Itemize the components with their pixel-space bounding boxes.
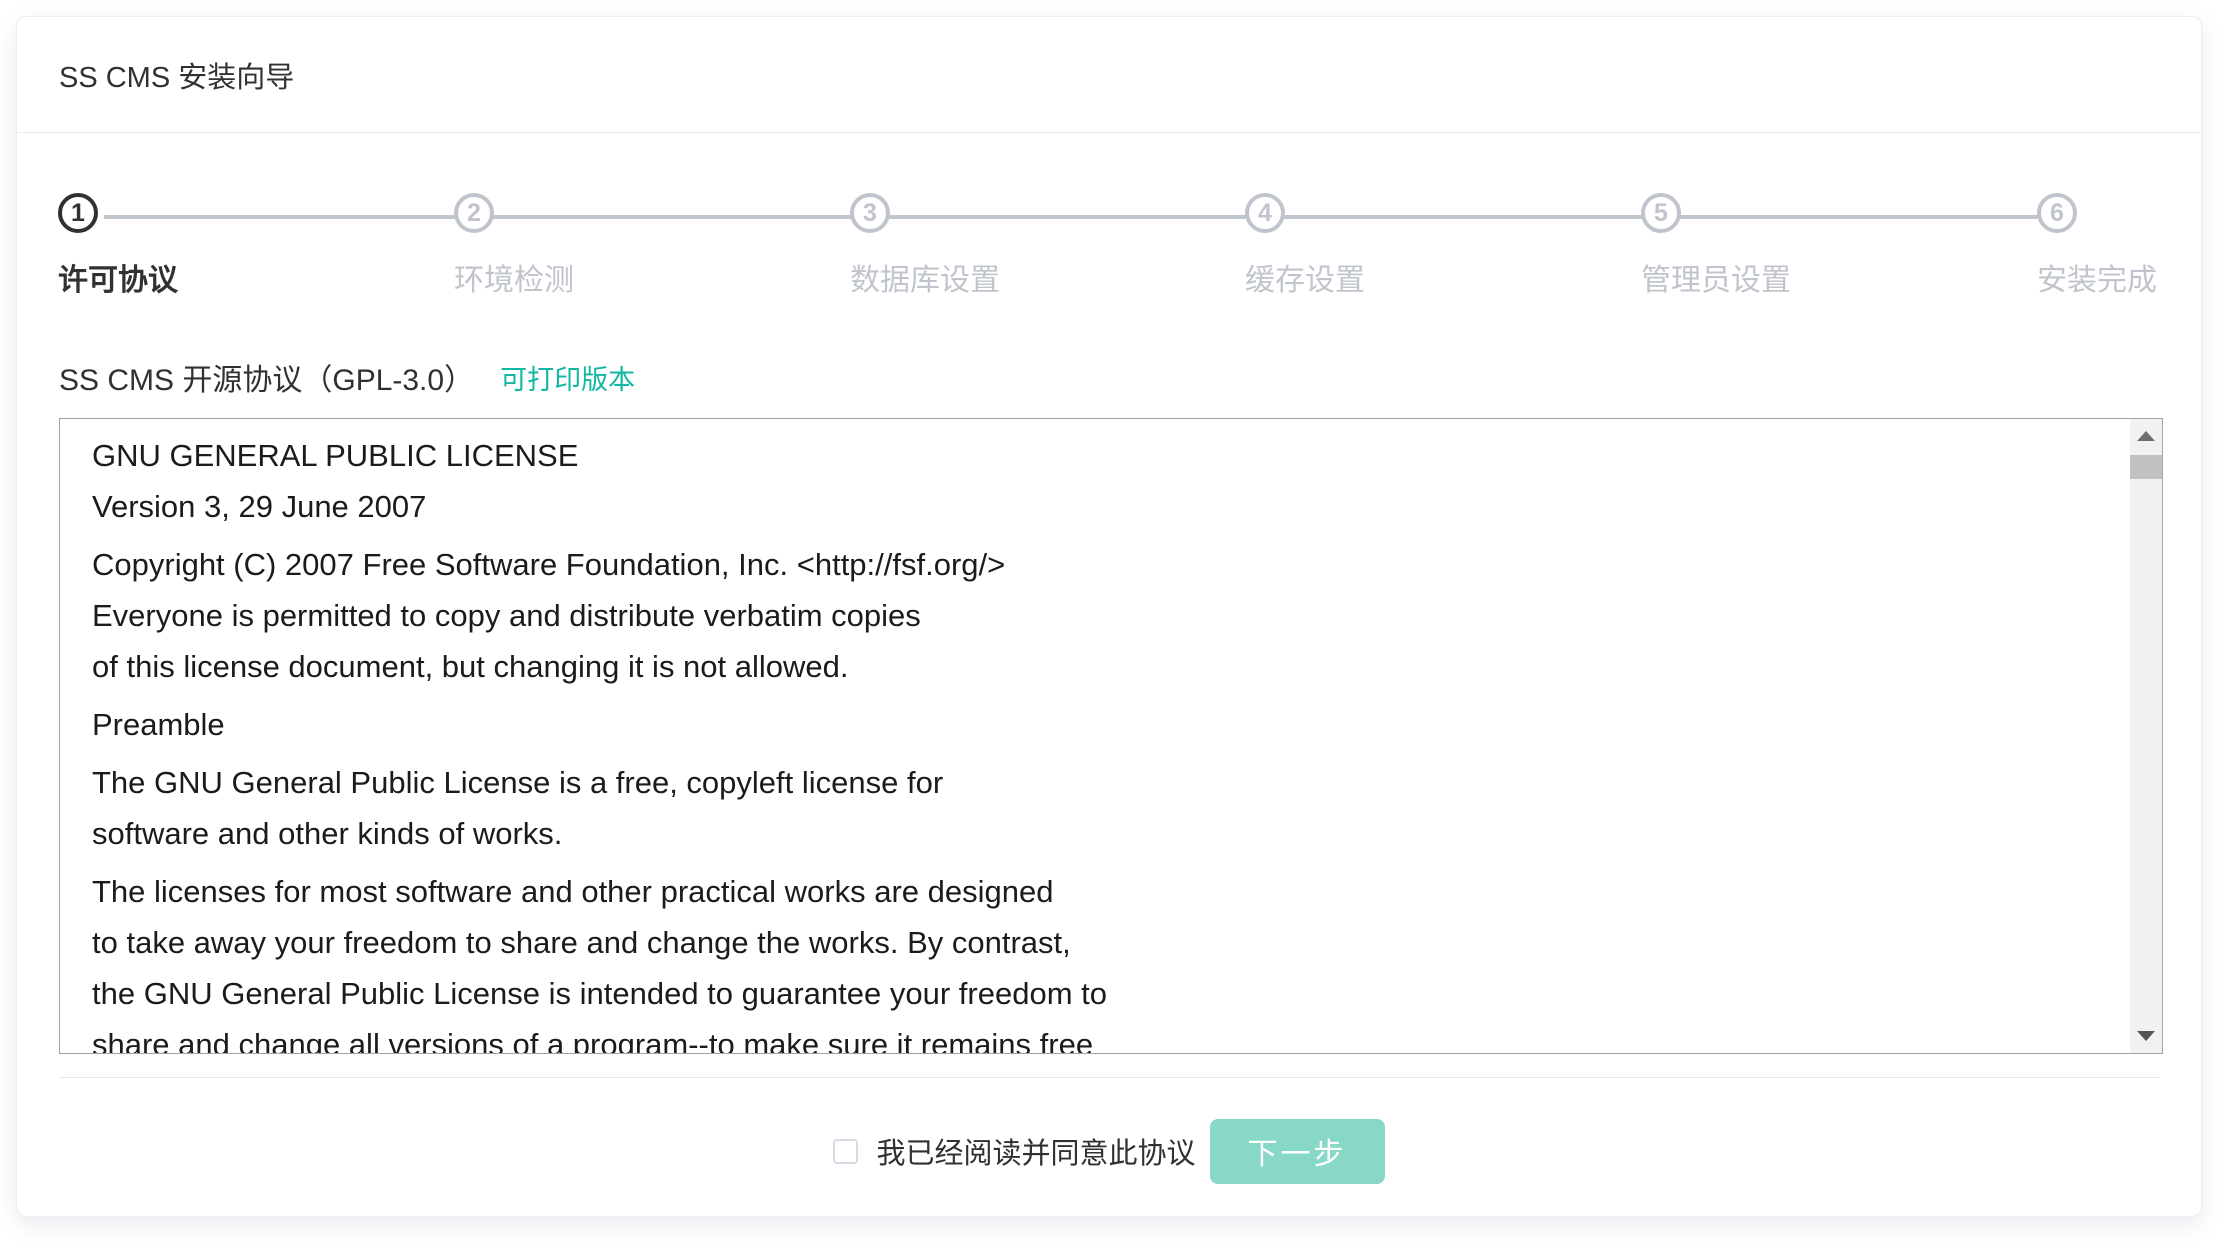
- step-label: 缓存设置: [1245, 255, 1365, 299]
- step-number: 6: [2050, 199, 2064, 228]
- step-circle: 5: [1641, 193, 1681, 233]
- step-item-1: 1 许可协议: [58, 193, 178, 299]
- step-item-5: 5 管理员设置: [1641, 193, 1791, 299]
- step-item-3: 3 数据库设置: [850, 193, 1000, 299]
- step-label: 环境检测: [454, 255, 574, 299]
- scroll-down-button[interactable]: [2130, 1019, 2162, 1053]
- license-paragraph: Copyright (C) 2007 Free Software Foundat…: [92, 539, 2109, 692]
- step-circle: 2: [454, 193, 494, 233]
- card-header: SS CMS 安装向导: [17, 17, 2201, 133]
- step-circle: 6: [2037, 193, 2077, 233]
- agree-checkbox[interactable]: [833, 1139, 858, 1164]
- step-number: 3: [863, 199, 877, 228]
- step-label: 数据库设置: [850, 255, 1000, 299]
- step-circle: 3: [850, 193, 890, 233]
- arrow-up-icon: [2137, 431, 2155, 441]
- step-circle: 1: [58, 193, 98, 233]
- license-heading-row: SS CMS 开源协议（GPL-3.0） 可打印版本: [59, 355, 635, 399]
- step-number: 1: [71, 199, 85, 228]
- step-item-6: 6 安装完成: [2037, 193, 2157, 299]
- step-item-4: 4 缓存设置: [1245, 193, 1365, 299]
- arrow-down-icon: [2137, 1031, 2155, 1041]
- step-label: 许可协议: [58, 255, 178, 299]
- footer-divider: [59, 1077, 2159, 1078]
- step-circle: 4: [1245, 193, 1285, 233]
- license-paragraph: The licenses for most software and other…: [92, 866, 2109, 1053]
- license-scroll-box[interactable]: GNU GENERAL PUBLIC LICENSE Version 3, 29…: [59, 418, 2163, 1054]
- footer-action-row: 我已经阅读并同意此协议 下一步: [17, 1111, 2201, 1191]
- license-paragraph: GNU GENERAL PUBLIC LICENSE Version 3, 29…: [92, 430, 2109, 532]
- install-wizard-card: SS CMS 安装向导 1 许可协议 2 环境检测 3 数据库设置 4 缓存设置: [16, 16, 2202, 1217]
- license-text: GNU GENERAL PUBLIC LICENSE Version 3, 29…: [60, 419, 2129, 1053]
- scrollbar[interactable]: [2130, 419, 2162, 1053]
- step-number: 4: [1258, 199, 1272, 228]
- scroll-up-button[interactable]: [2130, 419, 2162, 453]
- license-paragraph: The GNU General Public License is a free…: [92, 757, 2109, 859]
- step-number: 2: [467, 199, 481, 228]
- printable-version-link[interactable]: 可打印版本: [500, 358, 635, 397]
- step-label: 安装完成: [2037, 255, 2157, 299]
- step-indicator: 1 许可协议 2 环境检测 3 数据库设置 4 缓存设置 5 管理员设置: [58, 193, 2160, 323]
- agree-label: 我已经阅读并同意此协议: [876, 1130, 1195, 1172]
- step-number: 5: [1654, 199, 1668, 228]
- license-heading: SS CMS 开源协议（GPL-3.0）: [59, 355, 474, 399]
- license-paragraph: Preamble: [92, 699, 2109, 750]
- next-button[interactable]: 下一步: [1210, 1119, 1385, 1184]
- scroll-thumb[interactable]: [2130, 455, 2162, 479]
- wizard-title: SS CMS 安装向导: [59, 54, 294, 96]
- step-label: 管理员设置: [1641, 255, 1791, 299]
- step-item-2: 2 环境检测: [454, 193, 574, 299]
